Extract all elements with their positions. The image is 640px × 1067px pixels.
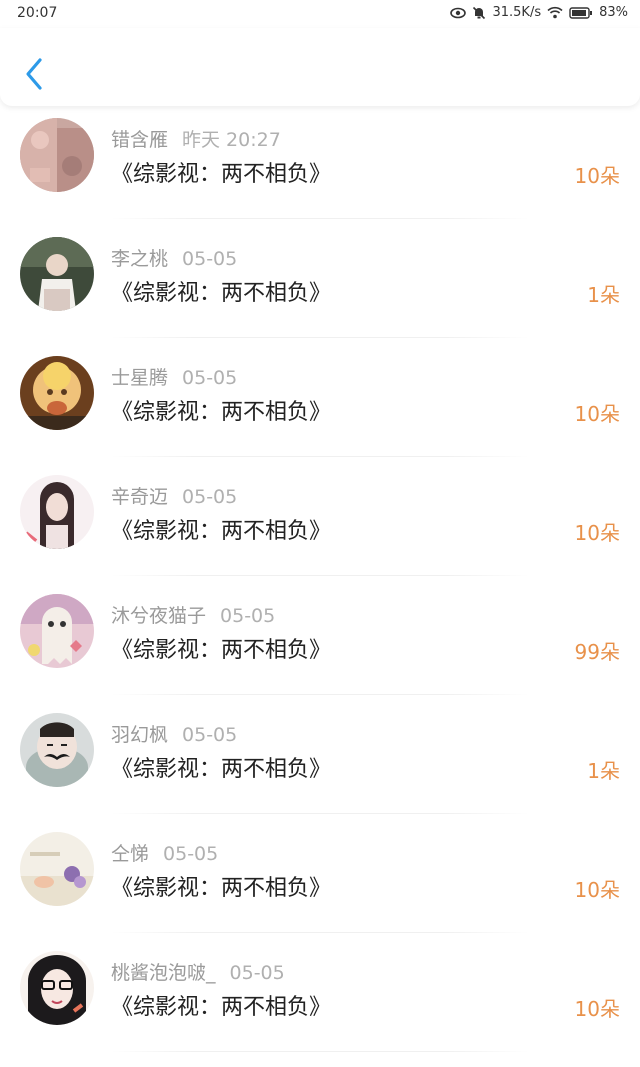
gift-date: 昨天 20:27 <box>182 129 281 151</box>
avatar[interactable] <box>20 237 94 311</box>
flower-count: 10朵 <box>574 164 620 188</box>
avatar[interactable] <box>20 713 94 787</box>
status-bar: 20:07 31.5K/s 83% <box>0 0 640 28</box>
sender-line: 李之桃 05-05 <box>111 244 237 271</box>
list-item[interactable]: 沐兮夜猫子 05-05 《综影视：两不相负》 99朵 <box>0 576 640 695</box>
avatar[interactable] <box>20 118 94 192</box>
book-title: 《综影视：两不相负》 <box>111 400 332 425</box>
flower-count: 10朵 <box>574 402 620 426</box>
sender-line: 士星腾 05-05 <box>111 363 237 390</box>
list-item[interactable]: 李之桃 05-05 《综影视：两不相负》 1朵 <box>0 219 640 338</box>
flower-count: 1朵 <box>587 759 620 783</box>
sender-name: 李之桃 <box>111 248 169 270</box>
book-title: 《综影视：两不相负》 <box>111 281 332 306</box>
wifi-icon <box>547 6 563 19</box>
list-item[interactable]: 桃酱泡泡啵_ 05-05 《综影视：两不相负》 10朵 <box>0 933 640 1052</box>
back-button[interactable] <box>18 54 52 94</box>
sender-name: 辛奇迈 <box>111 486 169 508</box>
list-item[interactable]: 士星腾 05-05 《综影视：两不相负》 10朵 <box>0 338 640 457</box>
flower-count: 10朵 <box>574 997 620 1021</box>
sender-line: 错含雁 昨天 20:27 <box>111 125 281 152</box>
chevron-left-icon <box>26 58 42 90</box>
battery-icon <box>569 6 593 19</box>
list-item[interactable]: 错含雁 昨天 20:27 《综影视：两不相负》 10朵 <box>0 100 640 219</box>
gift-date: 05-05 <box>182 724 238 746</box>
sender-line: 沐兮夜猫子 05-05 <box>111 601 275 628</box>
gift-date: 05-05 <box>182 248 238 270</box>
book-title: 《综影视：两不相负》 <box>111 638 332 663</box>
eye-icon <box>450 7 467 19</box>
sender-name: 仝悌 <box>111 843 150 865</box>
status-time: 20:07 <box>17 5 58 21</box>
mute-bell-icon <box>472 6 486 20</box>
book-title: 《综影视：两不相负》 <box>111 876 332 901</box>
avatar[interactable] <box>20 356 94 430</box>
gift-date: 05-05 <box>229 962 285 984</box>
sender-name: 桃酱泡泡啵_ <box>111 962 216 984</box>
list-item[interactable]: 仝悌 05-05 《综影视：两不相负》 10朵 <box>0 814 640 933</box>
header <box>0 28 640 106</box>
battery-percent: 83% <box>599 5 628 20</box>
list-item[interactable]: 辛奇迈 05-05 《综影视：两不相负》 10朵 <box>0 457 640 576</box>
flower-count: 10朵 <box>574 521 620 545</box>
gift-date: 05-05 <box>220 605 276 627</box>
flower-count: 1朵 <box>587 283 620 307</box>
sender-name: 羽幻枫 <box>111 724 169 746</box>
gift-date: 05-05 <box>182 367 238 389</box>
sender-name: 错含雁 <box>111 129 169 151</box>
sender-name: 沐兮夜猫子 <box>111 605 207 627</box>
flower-count: 99朵 <box>574 640 620 664</box>
book-title: 《综影视：两不相负》 <box>111 757 332 782</box>
gift-list: 错含雁 昨天 20:27 《综影视：两不相负》 10朵 李之桃 05-05 《综影视… <box>0 100 640 1052</box>
sender-name: 士星腾 <box>111 367 169 389</box>
sender-line: 仝悌 05-05 <box>111 839 218 866</box>
book-title: 《综影视：两不相负》 <box>111 995 332 1020</box>
network-speed: 31.5K/s <box>492 5 542 20</box>
book-title: 《综影视：两不相负》 <box>111 519 332 544</box>
flower-count: 10朵 <box>574 878 620 902</box>
avatar[interactable] <box>20 951 94 1025</box>
avatar[interactable] <box>20 475 94 549</box>
book-title: 《综影视：两不相负》 <box>111 162 332 187</box>
list-item[interactable]: 羽幻枫 05-05 《综影视：两不相负》 1朵 <box>0 695 640 814</box>
sender-line: 辛奇迈 05-05 <box>111 482 237 509</box>
divider <box>110 1051 530 1052</box>
avatar[interactable] <box>20 832 94 906</box>
gift-date: 05-05 <box>182 486 238 508</box>
gift-date: 05-05 <box>163 843 219 865</box>
avatar[interactable] <box>20 594 94 668</box>
sender-line: 桃酱泡泡啵_ 05-05 <box>111 958 285 985</box>
sender-line: 羽幻枫 05-05 <box>111 720 237 747</box>
status-icons: 31.5K/s 83% <box>450 5 628 20</box>
